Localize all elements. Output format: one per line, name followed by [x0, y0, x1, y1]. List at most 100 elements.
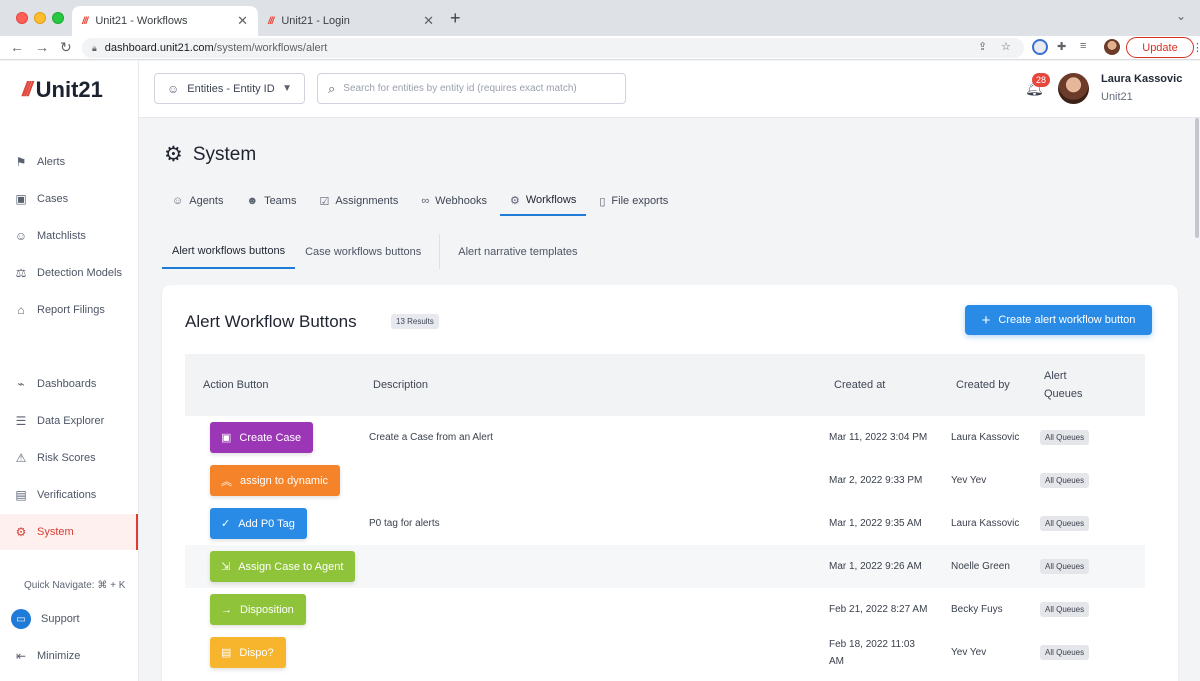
row-alert-queues: All Queues — [1040, 588, 1090, 631]
media-list-icon[interactable]: ≡ — [1080, 40, 1086, 52]
extension-icon[interactable] — [1032, 39, 1048, 55]
subtab-alert-narrative-templates[interactable]: Alert narrative templates — [448, 234, 587, 269]
tab-search-chevron-icon[interactable]: ⌄ — [1176, 9, 1186, 23]
create-button-label: Create alert workflow button — [998, 314, 1136, 326]
card-title: Alert Workflow Buttons — [185, 312, 357, 331]
sidebar-item-matchlists[interactable]: ☺ Matchlists — [0, 218, 138, 254]
back-arrow-icon[interactable]: ← — [10, 39, 24, 55]
unit21-logo-icon: /// — [82, 15, 88, 27]
workflow-button-label: Add P0 Tag — [238, 517, 295, 530]
table-row[interactable]: ⇲ Assign Case to Agent Mar 1, 2022 9:26 … — [185, 545, 1145, 588]
tab-label: Webhooks — [435, 195, 487, 207]
tab-assignments[interactable]: ☑ Assignments — [309, 186, 408, 216]
address-bar[interactable]: 🔒︎ dashboard.unit21.com/system/workflows… — [82, 38, 1024, 58]
scrollbar-thumb[interactable] — [1195, 118, 1199, 238]
workflow-button-assign-case-to-agent[interactable]: ⇲ Assign Case to Agent — [210, 551, 356, 582]
notification-count-badge: 28 — [1032, 73, 1050, 87]
sidebar-item-alerts[interactable]: ⚑ Alerts — [0, 144, 138, 180]
window-minimize-button[interactable] — [34, 12, 46, 24]
column-header-action-button[interactable]: Action Button — [203, 354, 268, 416]
bookmark-star-icon[interactable]: ☆ — [1001, 40, 1011, 53]
table-row[interactable]: ︽ assign to dynamic Mar 2, 2022 9:33 PM … — [185, 459, 1145, 502]
tab-file-exports[interactable]: ▯ File exports — [589, 186, 678, 216]
more-vert-icon[interactable]: ⋮ — [1192, 41, 1200, 54]
sidebar-item-dashboards[interactable]: ⌁ Dashboards — [0, 366, 138, 402]
browser-tab-login[interactable]: /// Unit21 - Login ✕ — [258, 6, 444, 36]
subtab-alert-workflows-buttons[interactable]: Alert workflows buttons — [162, 234, 296, 269]
workflow-buttons-card: Alert Workflow Buttons 13 Results + Crea… — [162, 285, 1178, 681]
link-icon: ∞ — [421, 195, 430, 207]
sidebar-item-detection-models[interactable]: ⚖ Detection Models — [0, 255, 138, 291]
user-name[interactable]: Laura Kassovic — [1101, 73, 1182, 85]
row-created-at: Mar 2, 2022 9:33 PM — [829, 475, 923, 486]
search-icon: ⌕ — [328, 80, 336, 96]
workflow-button-assign-to-dynamic[interactable]: ︽ assign to dynamic — [210, 465, 341, 496]
gear-icon: ⚙ — [509, 194, 520, 207]
workflow-button-dispo[interactable]: ▤ Dispo? — [210, 637, 286, 668]
tab-teams[interactable]: ☻ Teams — [236, 186, 306, 216]
sidebar-item-verifications[interactable]: ▤ Verifications — [0, 477, 138, 513]
support-button[interactable]: ▭ Support — [0, 601, 138, 637]
sidebar-item-system[interactable]: ⚙ System — [0, 514, 138, 550]
check-circle-icon: ✓ — [221, 518, 231, 530]
unit21-logo[interactable]: /// Unit21 — [22, 77, 103, 103]
workflow-button-add-p0-tag[interactable]: ✓ Add P0 Tag — [210, 508, 307, 539]
entity-search[interactable]: ⌕ — [317, 73, 626, 104]
column-header-created-at[interactable]: Created at — [834, 354, 885, 416]
window-zoom-button[interactable] — [52, 12, 64, 24]
assign-icon: ⇲ — [221, 561, 231, 573]
entity-type-select[interactable]: ☺ Entities - Entity ID ▼ — [154, 73, 305, 104]
share-icon[interactable]: ⇪ — [978, 40, 987, 53]
workflow-button-create-case[interactable]: ▣ Create Case — [210, 422, 314, 453]
tab-workflows[interactable]: ⚙ Workflows — [499, 186, 587, 216]
table-row[interactable]: ✓ Add P0 Tag P0 tag for alerts Mar 1, 20… — [185, 502, 1145, 545]
row-created-at: Mar 1, 2022 9:35 AM — [829, 518, 922, 529]
window-close-button[interactable] — [16, 12, 28, 24]
queue-badge: All Queues — [1040, 559, 1090, 574]
workflow-button-label: Dispo? — [239, 646, 274, 659]
workflow-button-disposition[interactable]: → Disposition — [210, 594, 306, 625]
table-row[interactable]: → Disposition Feb 21, 2022 8:27 AM Becky… — [185, 588, 1145, 631]
sidebar-item-cases[interactable]: ▣ Cases — [0, 181, 138, 217]
reload-icon[interactable]: ↻ — [60, 39, 72, 56]
update-button[interactable]: Update ⋮ — [1126, 37, 1200, 58]
table-row[interactable]: ▣ Create Case Create a Case from an Aler… — [185, 416, 1145, 459]
logo-text: Unit21 — [35, 77, 103, 102]
workflow-button-label: Assign Case to Agent — [238, 560, 344, 573]
sidebar: /// Unit21 ⚑ Alerts ▣ Cases ☺ Matchlists… — [0, 61, 139, 681]
row-created-by: Laura Kassovic — [951, 432, 1020, 443]
sidebar-item-label: Cases — [37, 193, 69, 205]
sidebar-item-risk-scores[interactable]: ⚠ Risk Scores — [0, 440, 138, 476]
create-alert-workflow-button[interactable]: + Create alert workflow button — [965, 305, 1152, 335]
row-created-by: Yev Yev — [951, 475, 987, 486]
tab-webhooks[interactable]: ∞ Webhooks — [411, 186, 497, 216]
avatar[interactable] — [1058, 73, 1089, 104]
forward-arrow-icon[interactable]: → — [35, 39, 49, 55]
table-row[interactable]: ▤ Dispo? Feb 18, 2022 11:03 AM Yev Yev A… — [185, 631, 1145, 674]
sidebar-item-data-explorer[interactable]: ☰ Data Explorer — [0, 403, 138, 439]
column-header-alert-queues[interactable]: Alert Queues — [1044, 354, 1094, 416]
entity-search-input[interactable] — [343, 83, 614, 94]
page-scrollbar[interactable] — [1194, 118, 1200, 681]
url-host: dashboard.unit21.com — [104, 42, 214, 54]
column-header-created-by[interactable]: Created by — [956, 354, 1010, 416]
bank-icon: ⌂ — [17, 303, 25, 317]
column-header-description[interactable]: Description — [373, 354, 428, 416]
row-alert-queues: All Queues — [1040, 459, 1090, 502]
quick-navigate-hint: Quick Navigate: ⌘ + K — [24, 580, 126, 591]
subtab-case-workflows-buttons[interactable]: Case workflows buttons — [295, 234, 431, 269]
tab-agents[interactable]: ☺ Agents — [162, 186, 233, 216]
main-content: ⚙ System ☺ Agents ☻ Teams ☑ Assignments ∞ We… — [139, 118, 1200, 681]
minimize-sidebar-button[interactable]: ⇤ Minimize — [0, 638, 138, 674]
new-tab-button[interactable]: + — [450, 8, 461, 29]
close-icon[interactable]: ✕ — [423, 13, 434, 29]
profile-avatar-icon[interactable] — [1104, 39, 1120, 55]
browser-tab-workflows[interactable]: /// Unit21 - Workflows ✕ — [72, 6, 258, 36]
chat-bubble-icon: ▭ — [11, 609, 31, 629]
close-icon[interactable]: ✕ — [237, 13, 248, 29]
sidebar-item-report-filings[interactable]: ⌂ Report Filings — [0, 292, 138, 328]
page-title-text: System — [192, 143, 257, 165]
unit21-logo-icon: /// — [22, 78, 33, 101]
row-created-by: Yev Yev — [951, 647, 987, 658]
puzzle-icon[interactable]: ✚ — [1057, 40, 1066, 53]
